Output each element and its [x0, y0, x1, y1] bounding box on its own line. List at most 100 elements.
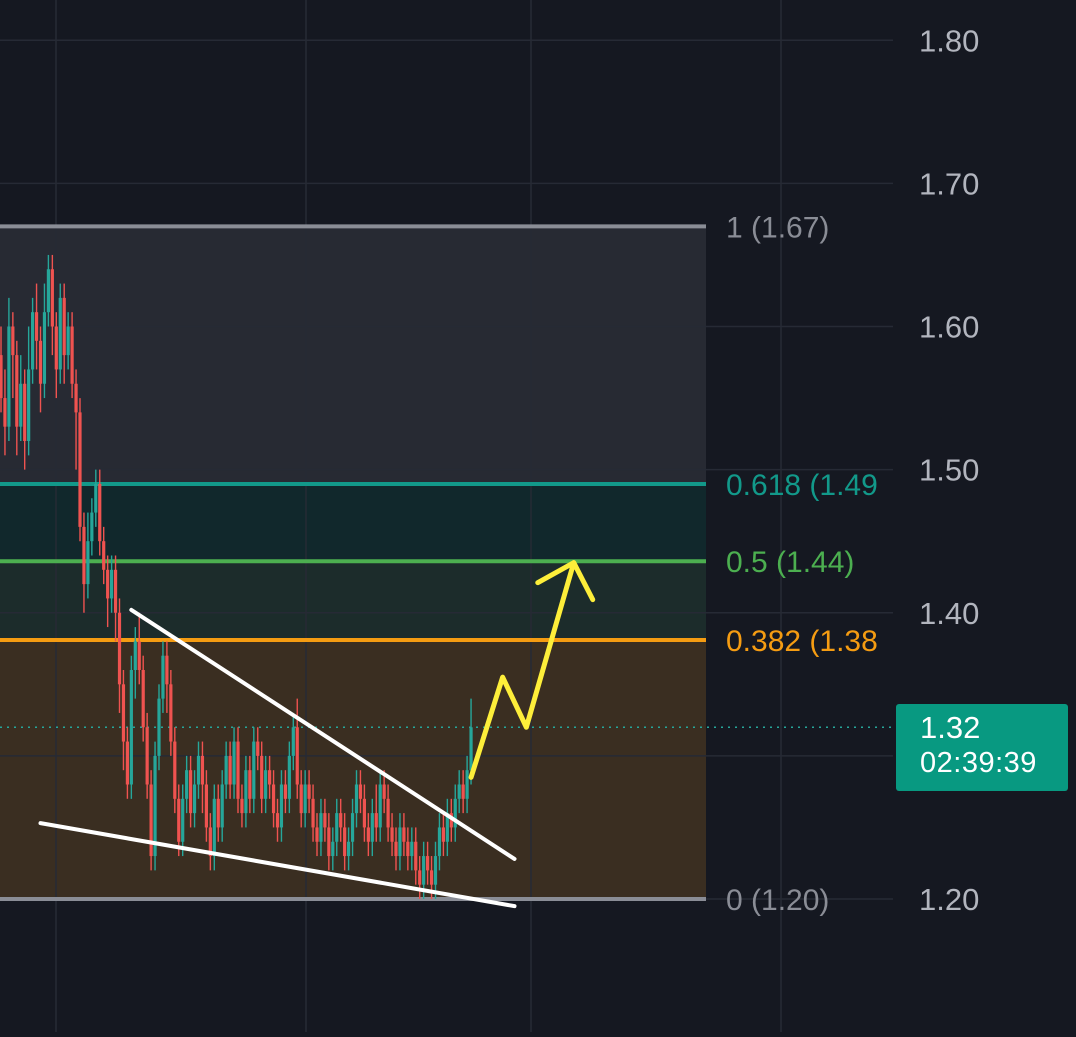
candle-body[interactable] — [303, 784, 307, 814]
candle-body[interactable] — [335, 813, 339, 842]
chart[interactable]: 1 (1.67) 0.618 (1.49 0.5 (1.44) 0.382 (1.38… — [0, 0, 1076, 1032]
candle-body[interactable] — [185, 770, 189, 799]
candle-body[interactable] — [347, 841, 351, 857]
candle-body[interactable] — [196, 755, 201, 785]
candle-body[interactable] — [406, 841, 410, 857]
candle-body[interactable] — [260, 755, 264, 799]
candle-body[interactable] — [268, 770, 272, 785]
chart-canvas[interactable]: 1 (1.67) 0.618 (1.49 0.5 (1.44) 0.382 (1.38… — [0, 0, 1076, 1032]
candle-body[interactable] — [426, 856, 430, 871]
candle-body[interactable] — [307, 784, 311, 799]
candle-body[interactable] — [437, 827, 442, 857]
candle-body[interactable] — [362, 798, 366, 828]
candle-body[interactable] — [224, 755, 228, 785]
candle-body[interactable] — [181, 798, 185, 842]
candle-body[interactable] — [23, 383, 27, 441]
candle-body[interactable] — [200, 755, 205, 785]
candle-body[interactable] — [161, 655, 165, 699]
candle-body[interactable] — [394, 841, 398, 857]
candle-body[interactable] — [390, 827, 394, 842]
candle-body[interactable] — [58, 297, 62, 370]
candle-body[interactable] — [27, 369, 31, 441]
candle-body[interactable] — [350, 813, 355, 842]
candle-body[interactable] — [414, 841, 418, 871]
candle-body[interactable] — [82, 526, 86, 585]
candle-body[interactable] — [50, 269, 54, 327]
candle-body[interactable] — [113, 569, 118, 613]
candle-body[interactable] — [31, 312, 35, 370]
candle-body[interactable] — [177, 798, 181, 842]
candle-body[interactable] — [370, 813, 374, 842]
candle-body[interactable] — [441, 827, 445, 842]
candle-body[interactable] — [457, 784, 461, 799]
candle-body[interactable] — [125, 741, 129, 785]
candle-body[interactable] — [339, 813, 343, 828]
candle-body[interactable] — [117, 612, 122, 685]
candle-body[interactable] — [15, 355, 19, 427]
candle-body[interactable] — [410, 841, 414, 857]
candle-body[interactable] — [121, 684, 126, 742]
candle-body[interactable] — [192, 784, 197, 814]
candle-body[interactable] — [315, 827, 319, 842]
candle-body[interactable] — [129, 670, 133, 785]
candle-body[interactable] — [133, 641, 137, 670]
candle-body[interactable] — [78, 412, 82, 527]
candle-body[interactable] — [275, 813, 280, 828]
candle-body[interactable] — [244, 770, 248, 814]
candle-body[interactable] — [429, 870, 434, 885]
candle-body[interactable] — [323, 813, 327, 828]
candle-body[interactable] — [102, 541, 106, 570]
candle-body[interactable] — [46, 269, 50, 313]
candle-body[interactable] — [70, 326, 74, 384]
candle-body[interactable] — [220, 784, 224, 828]
candle-body[interactable] — [106, 569, 110, 599]
candle-body[interactable] — [279, 784, 284, 828]
candle-body[interactable] — [291, 727, 295, 756]
candle-body[interactable] — [311, 798, 315, 828]
candle-body[interactable] — [3, 398, 7, 427]
candle-body[interactable] — [299, 784, 303, 814]
candle-body[interactable] — [145, 727, 149, 785]
candle-body[interactable] — [86, 541, 90, 585]
candle-body[interactable] — [343, 827, 347, 857]
candle-body[interactable] — [358, 784, 363, 799]
candle-body[interactable] — [264, 770, 268, 799]
candle-body[interactable] — [252, 741, 256, 799]
candle-body[interactable] — [137, 641, 141, 670]
candle-body[interactable] — [433, 856, 438, 885]
candle-body[interactable] — [11, 326, 15, 356]
candle-body[interactable] — [240, 798, 244, 814]
candle-body[interactable] — [319, 813, 323, 842]
current-price-tag[interactable]: 1.32 02:39:39 — [896, 704, 1068, 791]
candle-body[interactable] — [386, 798, 390, 828]
candle-body[interactable] — [465, 770, 469, 799]
candle-body[interactable] — [418, 870, 422, 885]
candle-body[interactable] — [295, 727, 299, 785]
candle-body[interactable] — [34, 312, 39, 341]
candle-body[interactable] — [141, 670, 145, 728]
candle-body[interactable] — [287, 755, 291, 799]
candle-body[interactable] — [228, 755, 232, 785]
candle-body[interactable] — [212, 798, 216, 857]
candle-body[interactable] — [283, 784, 287, 799]
candle-body[interactable] — [382, 784, 386, 799]
candle-body[interactable] — [398, 827, 402, 857]
candle-body[interactable] — [149, 784, 153, 857]
candle-body[interactable] — [169, 684, 173, 742]
candle-body[interactable] — [0, 355, 3, 399]
candle-body[interactable] — [248, 770, 252, 799]
candle-body[interactable] — [232, 741, 236, 785]
candle-body[interactable] — [66, 326, 70, 356]
candle-body[interactable] — [378, 784, 382, 828]
candle-body[interactable] — [469, 727, 473, 771]
candle-body[interactable] — [204, 784, 208, 828]
candle-body[interactable] — [216, 798, 220, 828]
candle-body[interactable] — [173, 741, 177, 799]
candle-body[interactable] — [74, 383, 78, 413]
candle-body[interactable] — [256, 741, 260, 756]
candle-body[interactable] — [331, 841, 335, 857]
candle-body[interactable] — [165, 655, 169, 685]
candle-body[interactable] — [189, 770, 193, 814]
candle-body[interactable] — [461, 784, 465, 799]
candle-body[interactable] — [90, 512, 94, 542]
